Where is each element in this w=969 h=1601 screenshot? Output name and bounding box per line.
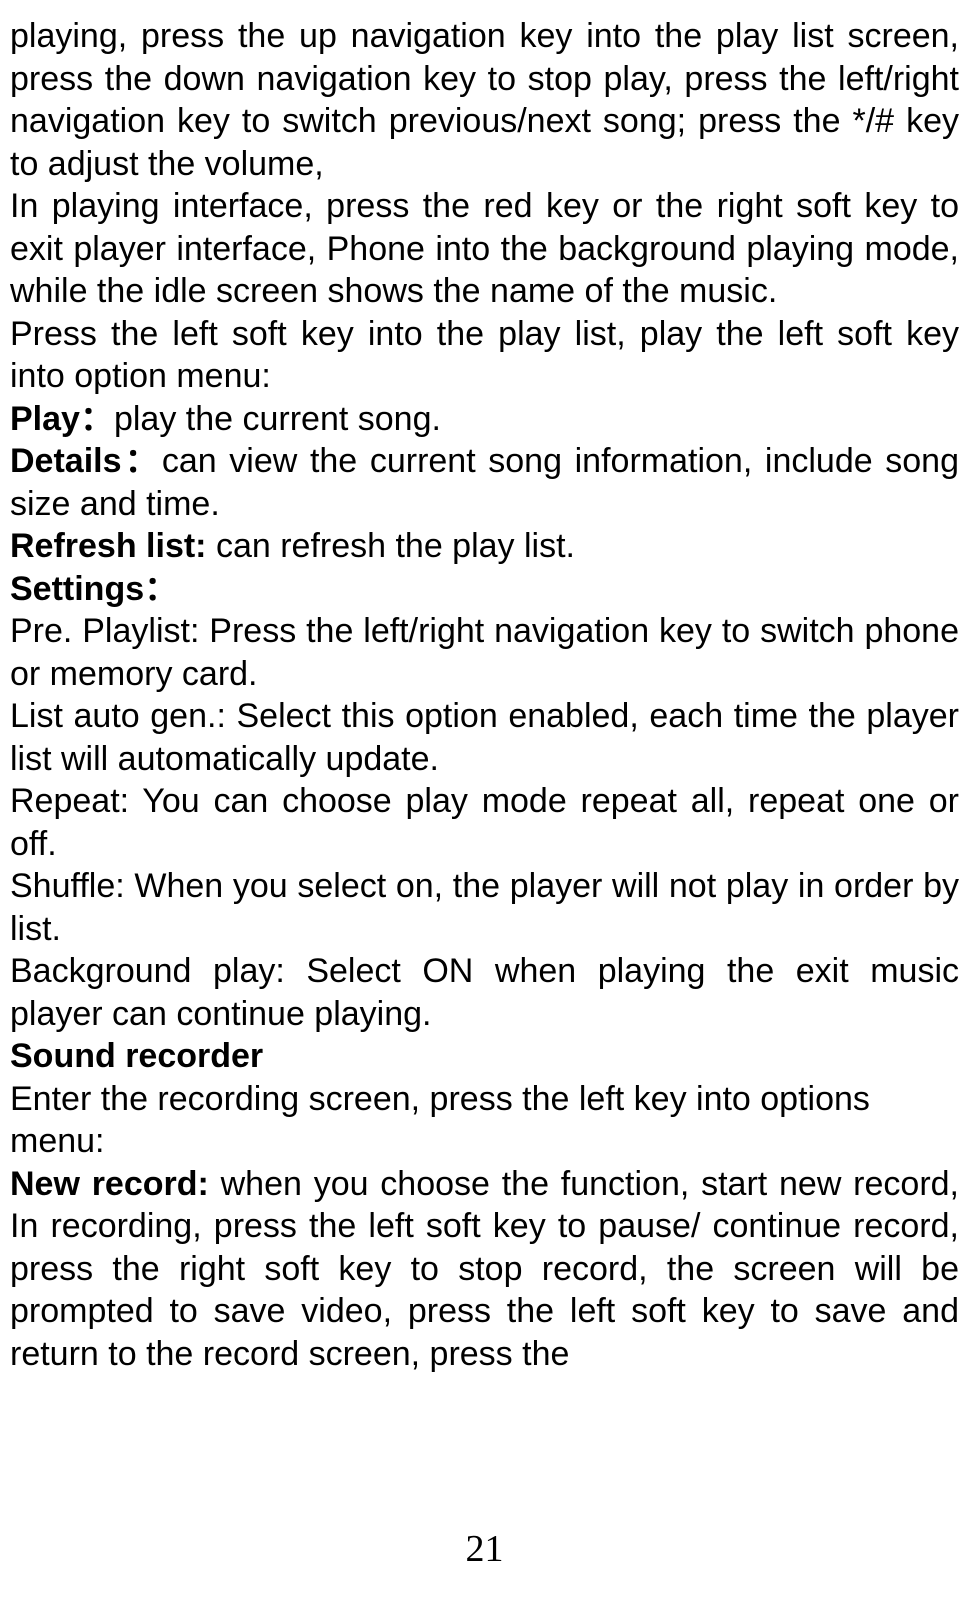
document-content: playing, press the up navigation key int… <box>10 15 959 1375</box>
play-label: Play： <box>10 400 114 438</box>
refresh-item: Refresh list: can refresh the play list. <box>10 525 959 568</box>
play-item: Play：play the current song. <box>10 398 959 441</box>
page-number: 21 <box>0 1527 969 1571</box>
refresh-text: can refresh the play list. <box>207 527 576 565</box>
new-record-label: New record: <box>10 1165 209 1203</box>
new-record-item: New record: when you choose the function… <box>10 1163 959 1376</box>
paragraph-intro-3: Press the left soft key into the play li… <box>10 313 959 398</box>
settings-playlist: Pre. Playlist: Press the left/right navi… <box>10 610 959 695</box>
settings-label: Settings： <box>10 570 178 608</box>
paragraph-intro-1: playing, press the up navigation key int… <box>10 15 959 185</box>
sound-recorder-label: Sound recorder <box>10 1037 263 1075</box>
details-label: Details： <box>10 442 162 480</box>
sound-recorder-text: Enter the recording screen, press the le… <box>10 1078 959 1163</box>
details-item: Details：can view the current song inform… <box>10 440 959 525</box>
sound-recorder-heading: Sound recorder <box>10 1035 959 1078</box>
settings-shuffle: Shuffle: When you select on, the player … <box>10 865 959 950</box>
play-text: play the current song. <box>114 400 441 438</box>
paragraph-intro-2: In playing interface, press the red key … <box>10 185 959 313</box>
settings-autogen: List auto gen.: Select this option enabl… <box>10 695 959 780</box>
refresh-label: Refresh list: <box>10 527 207 565</box>
settings-label-line: Settings： <box>10 568 959 611</box>
settings-background: Background play: Select ON when playing … <box>10 950 959 1035</box>
settings-repeat: Repeat: You can choose play mode repeat … <box>10 780 959 865</box>
